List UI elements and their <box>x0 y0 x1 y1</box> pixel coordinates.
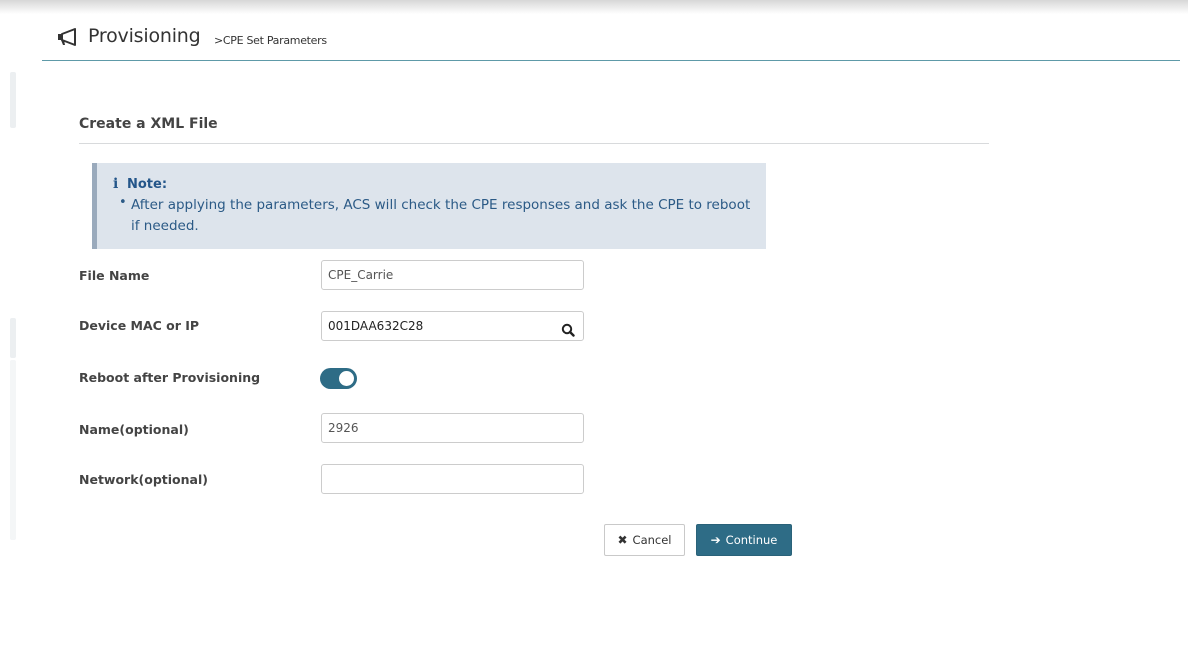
page-title: Provisioning <box>88 25 201 47</box>
file-name-label: File Name <box>79 268 150 283</box>
cancel-button[interactable]: ✖ Cancel <box>604 524 685 556</box>
reboot-label: Reboot after Provisioning <box>79 370 261 385</box>
network-input[interactable] <box>321 464 584 494</box>
bullet: • <box>119 195 127 210</box>
network-label: Network(optional) <box>79 472 208 487</box>
page-header: Provisioning >CPE Set Parameters <box>42 14 1180 61</box>
toggle-knob <box>339 371 354 386</box>
section-divider <box>79 143 989 144</box>
file-name-input[interactable]: CPE_Carrie <box>321 260 584 290</box>
provisioning-page: Provisioning >CPE Set Parameters Create … <box>0 0 1188 668</box>
breadcrumb: >CPE Set Parameters <box>214 34 327 47</box>
note-text: After applying the parameters, ACS will … <box>131 197 751 234</box>
note-title: Note: <box>127 177 168 192</box>
note-box: i Note: • After applying the parameters,… <box>92 163 766 249</box>
close-icon: ✖ <box>617 533 628 547</box>
megaphone-icon <box>56 27 78 47</box>
continue-label: Continue <box>725 533 778 547</box>
sidebar-hint <box>10 318 16 358</box>
name-input[interactable]: 2926 <box>321 413 584 443</box>
info-icon: i <box>113 176 119 192</box>
device-value: 001DAA632C28 <box>328 319 424 333</box>
device-input[interactable]: 001DAA632C28 <box>321 311 584 341</box>
name-label: Name(optional) <box>79 422 189 437</box>
arrow-right-icon: ➔ <box>710 533 721 547</box>
cancel-label: Cancel <box>632 533 672 547</box>
top-shadow <box>0 0 1188 14</box>
search-icon[interactable] <box>561 319 575 337</box>
reboot-toggle[interactable] <box>320 368 357 389</box>
section-title: Create a XML File <box>79 116 218 132</box>
sidebar-hint <box>10 360 16 540</box>
device-label: Device MAC or IP <box>79 318 200 333</box>
sidebar-hint <box>10 72 16 128</box>
continue-button[interactable]: ➔ Continue <box>696 524 792 556</box>
